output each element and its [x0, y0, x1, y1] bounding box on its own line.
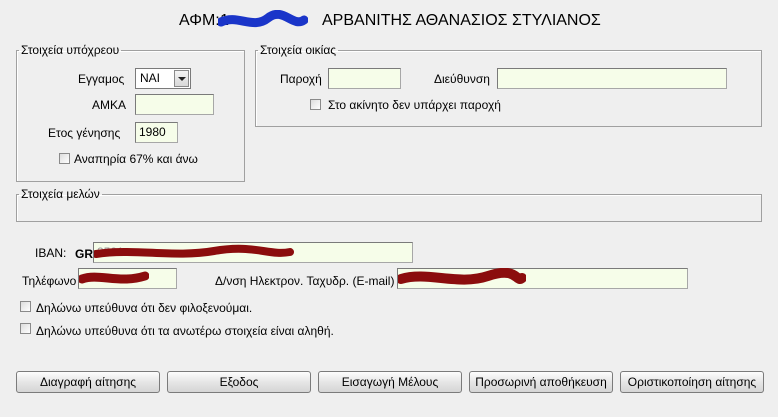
decl-no-host-label: Δηλώνω υπεύθυνα ότι δεν φιλοξενούμαι. [36, 301, 253, 315]
members-legend: Στοιχεία μελών [21, 187, 100, 201]
finalize-application-button[interactable]: Οριστικοποίηση αίτησης [620, 371, 764, 393]
address-input[interactable] [497, 68, 727, 89]
amka-input[interactable] [135, 94, 214, 115]
married-select-value: ΝΑΙ [140, 71, 161, 85]
married-label: Εγγαμος [78, 72, 125, 86]
iban-input[interactable]: 2501 [93, 242, 413, 263]
obligor-legend: Στοιχεία υπόχρεου [21, 43, 120, 57]
birth-year-input[interactable]: 1980 [135, 122, 178, 143]
disability-label: Αναπηρία 67% και άνω [74, 152, 198, 166]
iban-label: IBAN: [35, 246, 67, 260]
delete-application-button[interactable]: Διαγραφή αίτησης [16, 371, 160, 393]
members-group: Στοιχεία μελών [16, 187, 762, 222]
provision-input[interactable] [328, 68, 401, 89]
decl-no-host-checkbox[interactable] [20, 301, 31, 312]
exit-button[interactable]: Εξοδος [167, 371, 311, 393]
temp-save-button[interactable]: Προσωρινή αποθήκευση [469, 371, 613, 393]
married-select[interactable]: ΝΑΙ [135, 68, 191, 89]
iban-prefix: GR [75, 247, 93, 261]
applicant-name: ΑΡΒΑΝΙΤΗΣ ΑΘΑΝΑΣΙΟΣ ΣΤΥΛΙΑΝΟΣ [322, 12, 601, 29]
phone-input[interactable] [78, 268, 177, 289]
no-provision-label: Στο ακίνητο δεν υπάρχει παροχή [328, 98, 501, 112]
afm-label: ΑΦΜ: [179, 12, 220, 29]
email-input[interactable] [397, 268, 688, 289]
disability-checkbox[interactable] [59, 153, 70, 164]
amka-label: ΑΜΚΑ [92, 98, 127, 112]
no-provision-checkbox[interactable] [310, 99, 321, 110]
email-label: Δ/νση Ηλεκτρον. Ταχυδρ. (E-mail) [215, 274, 395, 288]
decl-true-label: Δηλώνω υπεύθυνα ότι τα ανωτέρω στοιχεία … [36, 324, 334, 338]
add-member-button[interactable]: Εισαγωγή Μέλους [318, 371, 462, 393]
afm-value: 1 [220, 12, 229, 29]
provision-label: Παροχή [280, 72, 322, 86]
chevron-down-icon[interactable] [174, 70, 189, 87]
decl-true-checkbox[interactable] [20, 323, 31, 334]
birth-year-label: Ετος γένησης [48, 126, 121, 140]
address-label: Διεύθυνση [434, 72, 490, 86]
phone-label: Τηλέφωνο [22, 274, 77, 288]
afm-redaction [218, 10, 308, 28]
residence-legend: Στοιχεία οικίας [260, 43, 337, 57]
